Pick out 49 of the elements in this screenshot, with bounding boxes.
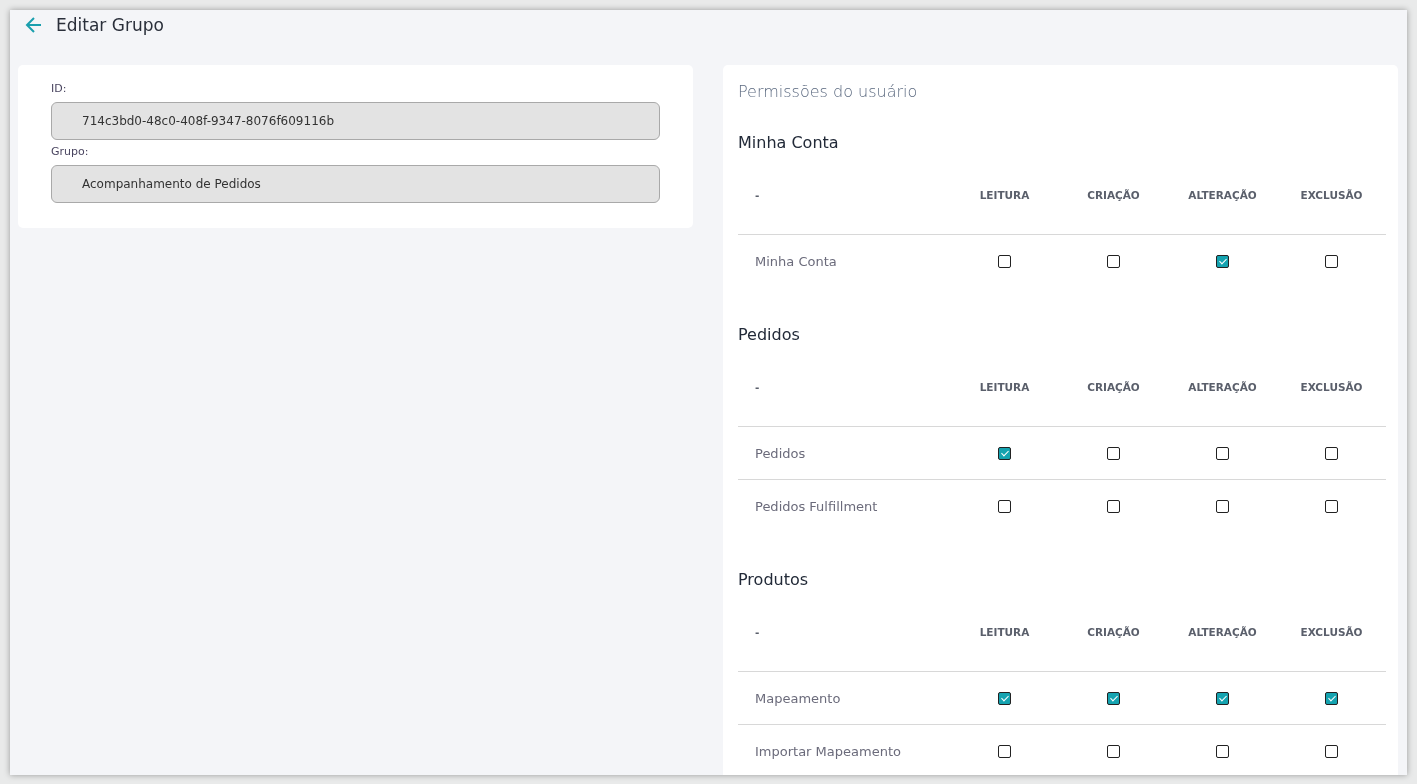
permission-name: Minha Conta (755, 253, 837, 269)
page-title: Editar Grupo (56, 15, 164, 35)
checkbox[interactable] (1107, 691, 1120, 705)
checkbox[interactable] (1216, 446, 1229, 460)
column-header: - (755, 381, 760, 393)
column-header: EXCLUSÃO (1300, 381, 1363, 393)
column-header: - (755, 189, 760, 201)
checkbox[interactable] (1107, 254, 1120, 268)
checkbox[interactable] (998, 744, 1011, 758)
group-heading: Pedidos (738, 324, 800, 346)
column-header: - (755, 626, 760, 638)
column-header: LEITURA (979, 626, 1030, 638)
column-header: LEITURA (979, 381, 1030, 393)
column-header: EXCLUSÃO (1300, 189, 1363, 201)
column-header: LEITURA (979, 189, 1030, 201)
field-label: ID: (51, 82, 68, 95)
permission-name: Mapeamento (755, 690, 841, 706)
checkbox[interactable] (1107, 499, 1120, 513)
checkbox[interactable] (998, 499, 1011, 513)
section-title: Permissões do usuário (738, 82, 918, 102)
permission-name: Importar Mapeamento (755, 743, 901, 759)
checkbox[interactable] (1325, 499, 1338, 513)
checkbox[interactable] (1216, 691, 1229, 705)
group-heading: Produtos (738, 569, 809, 591)
checkbox[interactable] (1216, 744, 1229, 758)
column-header: ALTERAÇÃO (1188, 189, 1257, 201)
checkbox[interactable] (1107, 446, 1120, 460)
column-header: CRIAÇÃO (1087, 189, 1140, 201)
checkbox[interactable] (1325, 446, 1338, 460)
column-header: CRIAÇÃO (1087, 626, 1140, 638)
checkbox[interactable] (1325, 691, 1338, 705)
column-header: CRIAÇÃO (1087, 381, 1140, 393)
checkbox[interactable] (1216, 254, 1229, 268)
checkbox[interactable] (998, 446, 1011, 460)
checkbox[interactable] (1216, 499, 1229, 513)
checkbox[interactable] (998, 254, 1011, 268)
column-header: EXCLUSÃO (1300, 626, 1363, 638)
checkbox[interactable] (998, 691, 1011, 705)
checkbox[interactable] (1325, 744, 1338, 758)
permission-name: Pedidos Fulfillment (755, 498, 878, 514)
column-header: ALTERAÇÃO (1188, 626, 1257, 638)
permission-name: Pedidos (755, 445, 806, 461)
back-arrow-icon (24, 15, 44, 35)
back-button[interactable] (24, 15, 44, 35)
column-header: ALTERAÇÃO (1188, 381, 1257, 393)
group-heading: Minha Conta (738, 132, 839, 154)
field-label: Grupo: (51, 145, 90, 158)
checkbox[interactable] (1325, 254, 1338, 268)
checkbox[interactable] (1107, 744, 1120, 758)
